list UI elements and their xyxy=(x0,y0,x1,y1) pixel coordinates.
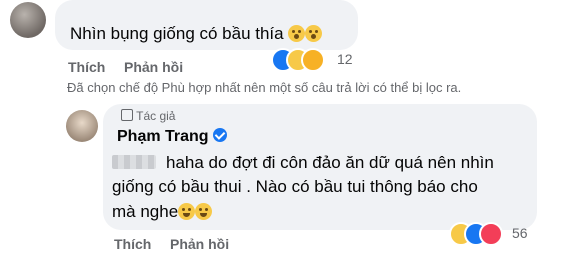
like-action[interactable]: Thích xyxy=(68,59,105,75)
reply-like-action[interactable]: Thích xyxy=(114,236,151,252)
reply-reactions[interactable]: 56 xyxy=(449,222,539,246)
flushed-face-emoji xyxy=(288,25,306,42)
reply-text-line-1: haha do đợt đi côn đảo ăn dữ quá nên nhì… xyxy=(166,153,494,172)
author-badge-text: Tác giả xyxy=(136,109,176,123)
laughing-tears-face-emoji xyxy=(195,203,213,220)
reply-text-end: mà nghe xyxy=(112,202,179,221)
reply-text-line-2: giống có bầu thui . Nào có bầu tui thông… xyxy=(112,177,478,196)
author-name[interactable]: Phạm Trang xyxy=(117,128,209,145)
reply-reply-action[interactable]: Phản hồi xyxy=(170,236,229,252)
author-badge: Tác giả xyxy=(121,109,175,123)
author-name-row[interactable]: Phạm Trang xyxy=(117,128,228,146)
flushed-face-emoji xyxy=(305,25,323,42)
reaction-count: 12 xyxy=(337,51,353,67)
reply-reaction-count: 56 xyxy=(512,225,528,241)
laughing-tears-face-emoji xyxy=(178,203,196,220)
verified-check-icon xyxy=(213,128,228,142)
author-avatar[interactable] xyxy=(66,110,98,142)
reply-action[interactable]: Phản hồi xyxy=(124,59,183,75)
love-icon xyxy=(479,222,503,246)
comment-reactions[interactable]: 12 xyxy=(271,48,361,72)
reply-text-line-3: mà nghe xyxy=(112,200,213,224)
sad-icon xyxy=(301,48,325,72)
mention-redacted xyxy=(112,155,156,169)
badge-icon xyxy=(121,109,133,121)
commenter-avatar[interactable] xyxy=(10,2,46,38)
filter-notice: Đã chọn chế độ Phù hợp nhất nên một số c… xyxy=(67,80,462,95)
comment-text-row: Nhìn bụng giống có bầu thía xyxy=(70,22,323,46)
comment-text: Nhìn bụng giống có bầu thía xyxy=(70,24,284,43)
